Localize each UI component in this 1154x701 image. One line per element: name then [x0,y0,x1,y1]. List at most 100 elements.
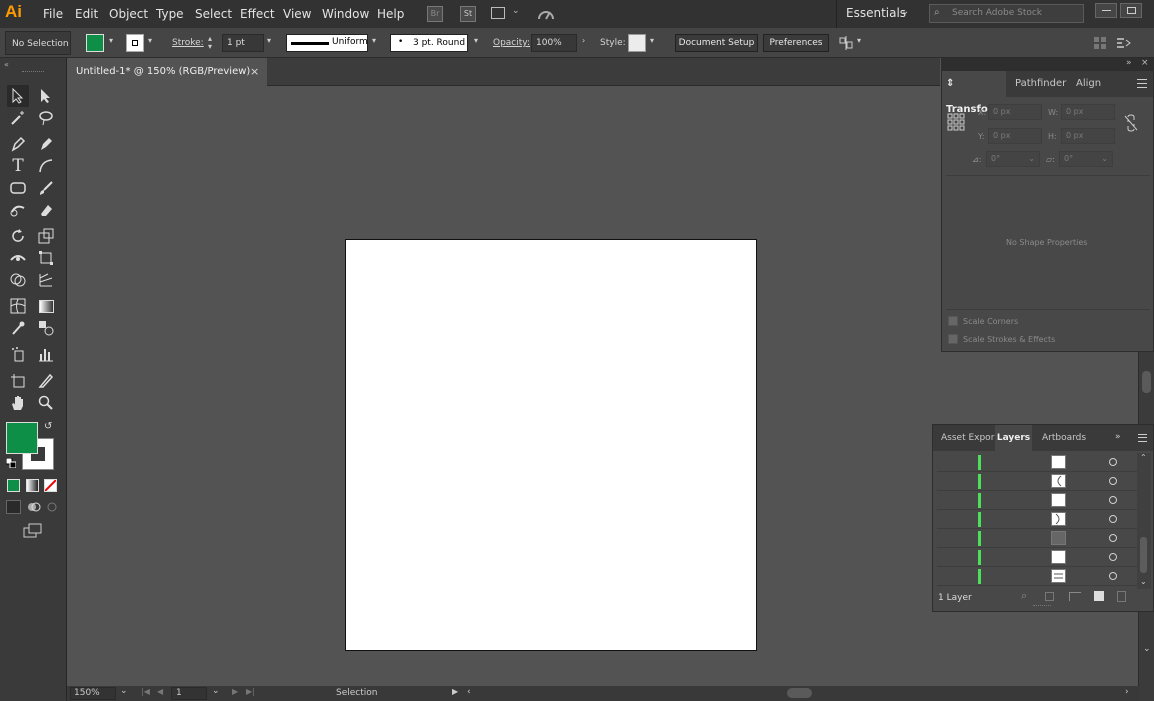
menu-view[interactable]: View [283,7,311,21]
scroll-thumb[interactable] [1140,537,1147,573]
layers-scrollbar[interactable]: ⌃ ⌄ [1137,453,1151,589]
chevron-down-icon[interactable]: ▾ [650,36,660,46]
tab-transform[interactable]: ⇕ Transform [942,71,1006,115]
stroke-label[interactable]: Stroke: [172,38,204,48]
default-colors-icon[interactable] [6,458,16,468]
scroll-down-icon[interactable]: ⌄ [1143,644,1151,654]
brush-definition[interactable]: • 3 pt. Round [390,34,468,52]
target-icon[interactable] [1109,458,1117,466]
scroll-thumb[interactable] [1142,371,1151,393]
chevron-down-icon[interactable]: ▾ [372,36,382,46]
reference-point-icon[interactable] [947,113,965,131]
menu-window[interactable]: Window [322,7,369,21]
menu-file[interactable]: File [43,7,63,21]
first-artboard-icon[interactable]: |◀ [141,687,150,696]
shaper-tool-icon[interactable] [7,199,29,221]
document-setup-button[interactable]: Document Setup [675,34,758,52]
horizontal-scroll-thumb[interactable] [787,688,812,698]
artboard-number-field[interactable]: 1 [171,687,207,700]
pen-tool-icon[interactable] [7,133,29,155]
eraser-tool-icon[interactable] [35,199,57,221]
symbol-sprayer-tool-icon[interactable] [7,343,29,365]
next-artboard-icon[interactable]: ▶ [232,687,238,696]
new-sublayer-icon[interactable] [1069,592,1081,601]
chevron-down-icon[interactable]: ▾ [857,36,867,46]
list-item[interactable] [937,472,1137,491]
scroll-left-icon[interactable]: ‹ [467,687,471,697]
control-options-icon[interactable] [1116,37,1132,49]
color-mode-icon[interactable] [7,479,20,492]
draw-normal-icon[interactable] [6,500,21,514]
scale-strokes-checkbox[interactable] [948,334,958,344]
panel-menu-icon[interactable] [1138,434,1147,442]
list-item[interactable] [937,491,1137,510]
stroke-weight-field[interactable]: 1 pt [222,34,264,52]
target-icon[interactable] [1109,534,1117,542]
fill-swatch[interactable] [86,34,104,52]
swap-colors-icon[interactable]: ↺ [44,421,52,432]
stroke-swatch[interactable] [126,34,144,52]
gradient-tool-icon[interactable] [35,295,57,317]
align-icon[interactable] [839,36,853,50]
constrain-proportions-icon[interactable] [1124,114,1138,132]
collapse-icon[interactable]: « [4,60,9,69]
tab-artboards[interactable]: Artboards [1042,425,1086,451]
hand-tool-icon[interactable] [7,392,29,414]
blend-tool-icon[interactable] [35,317,57,339]
curvature-tool-icon[interactable] [35,133,57,155]
stock-button[interactable]: St [460,6,476,22]
make-clipping-mask-icon[interactable] [1045,592,1054,601]
chevron-down-icon[interactable]: ⌄ [120,686,128,696]
chevron-down-icon[interactable]: ▾ [474,36,484,46]
rectangle-tool-icon[interactable] [7,177,29,199]
gpu-performance-icon[interactable] [537,6,555,22]
line-segment-tool-icon[interactable] [35,155,57,177]
type-tool-icon[interactable]: T [7,155,29,177]
menu-help[interactable]: Help [377,7,404,21]
collapse-panels-icon[interactable]: » [1126,58,1132,68]
new-layer-icon[interactable] [1094,591,1104,601]
scroll-right-icon[interactable]: › [1125,687,1129,697]
list-item[interactable] [937,567,1137,586]
minimize-button[interactable] [1095,3,1117,18]
document-tab[interactable]: Untitled-1* @ 150% (RGB/Preview) × [67,58,267,86]
mesh-tool-icon[interactable] [7,295,29,317]
tab-layers[interactable]: Layers [995,425,1032,451]
y-field[interactable]: 0 px [988,128,1042,144]
delete-layer-icon[interactable] [1117,591,1126,602]
bridge-button[interactable]: Br [427,6,443,22]
menu-edit[interactable]: Edit [75,7,98,21]
artboard[interactable] [345,239,757,651]
target-icon[interactable] [1109,515,1117,523]
variable-width-profile[interactable]: Uniform [286,34,368,52]
paintbrush-tool-icon[interactable] [35,177,57,199]
status-menu-icon[interactable]: ▶ [452,687,458,696]
none-mode-icon[interactable] [44,479,57,492]
chevron-down-icon[interactable]: ▾ [109,36,119,46]
slice-tool-icon[interactable] [35,370,57,392]
menu-effect[interactable]: Effect [240,7,275,21]
draw-inside-icon[interactable] [45,500,60,514]
tab-asset-export[interactable]: Asset Expor [941,425,994,451]
expand-panel-icon[interactable]: » [1115,432,1121,442]
grid-arrange-icon[interactable] [1094,37,1106,49]
stock-search[interactable]: ⌕ Search Adobe Stock [929,4,1084,23]
tab-pathfinder[interactable]: Pathfinder [1015,71,1066,97]
panel-menu-icon[interactable] [1137,79,1147,88]
target-icon[interactable] [1109,553,1117,561]
opacity-label[interactable]: Opacity: [493,38,530,48]
gradient-mode-icon[interactable] [26,479,39,492]
chevron-down-icon[interactable]: ⌄ [512,6,520,16]
width-tool-icon[interactable] [7,247,29,269]
column-graph-tool-icon[interactable] [35,343,57,365]
chevron-down-icon[interactable]: ⌄ [901,6,909,17]
chevron-down-icon[interactable]: ⌄ [212,686,220,696]
selection-tool-icon[interactable] [7,85,29,107]
list-item[interactable] [937,453,1137,472]
list-item[interactable] [937,529,1137,548]
close-icon[interactable]: × [250,58,259,86]
list-item[interactable] [937,510,1137,529]
perspective-grid-tool-icon[interactable] [35,269,57,291]
tab-align[interactable]: Align [1076,71,1101,97]
target-icon[interactable] [1109,477,1117,485]
